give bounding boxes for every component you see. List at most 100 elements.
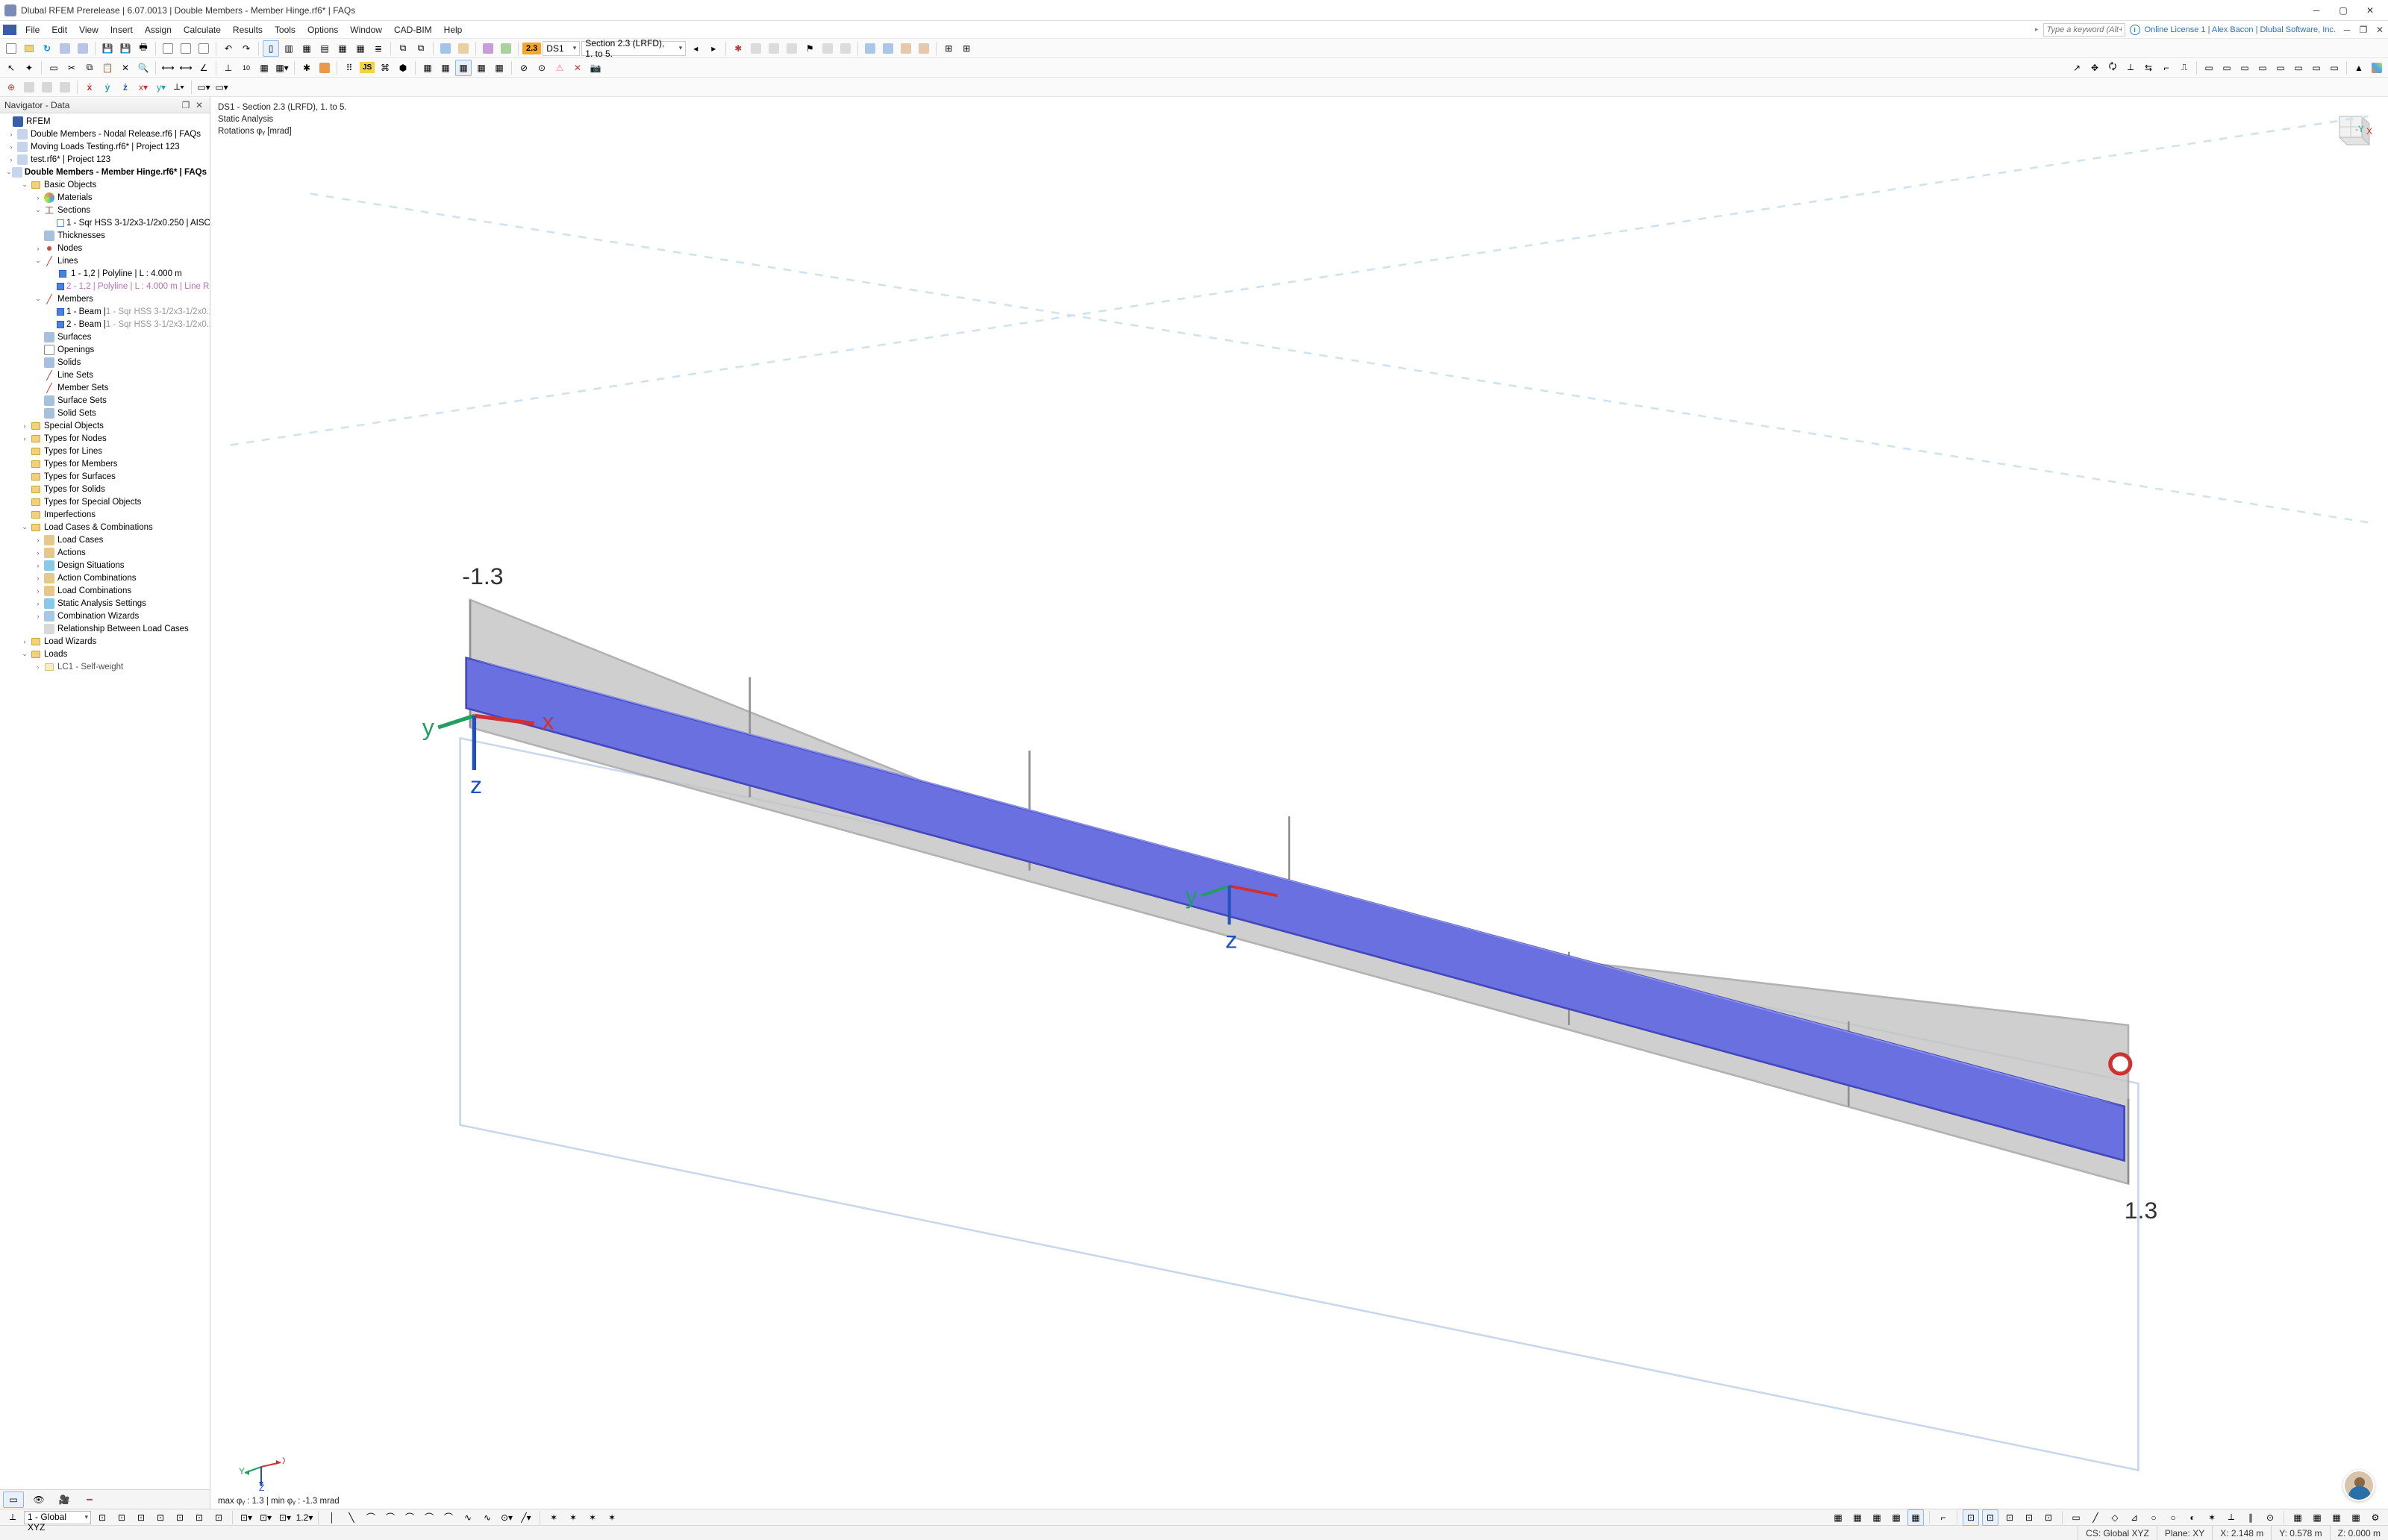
iso-icon[interactable]: ▲: [2351, 60, 2367, 76]
toolbox1-icon[interactable]: [862, 40, 878, 57]
grid-d-icon[interactable]: ▦: [2348, 1509, 2364, 1526]
doc3-icon[interactable]: [196, 40, 212, 57]
snap7-icon[interactable]: ⊡: [210, 1509, 227, 1526]
tree-load-cases[interactable]: ›Load Cases: [0, 533, 210, 546]
pt-icon[interactable]: 1.2▾: [296, 1509, 313, 1526]
box-select-icon[interactable]: ▭: [46, 60, 62, 76]
sel-surf-icon[interactable]: [57, 79, 73, 96]
line1-icon[interactable]: │: [324, 1509, 340, 1526]
window-cascade-icon[interactable]: ⧉: [395, 40, 411, 57]
tree-project[interactable]: ›Double Members - Nodal Release.rf6 | FA…: [0, 128, 210, 140]
save-icon[interactable]: 💾: [99, 40, 116, 57]
paste-icon[interactable]: 📋: [99, 60, 116, 76]
menu-edit[interactable]: Edit: [46, 22, 73, 37]
render2-icon[interactable]: ▦: [437, 60, 454, 76]
tree-comb-wiz[interactable]: ›Combination Wizards: [0, 610, 210, 622]
disp5-icon[interactable]: ▦: [1907, 1509, 1924, 1526]
tree-types-special[interactable]: Types for Special Objects: [0, 495, 210, 508]
navigator-float-icon[interactable]: ❐: [180, 99, 192, 111]
toolbox2-icon[interactable]: [880, 40, 896, 57]
shp10-icon[interactable]: ∥: [2242, 1509, 2259, 1526]
menu-assign[interactable]: Assign: [139, 22, 178, 37]
tool-b-icon[interactable]: [766, 40, 782, 57]
results-toggle-icon[interactable]: [480, 40, 496, 57]
shp6-icon[interactable]: ○: [2165, 1509, 2181, 1526]
menu-help[interactable]: Help: [438, 22, 469, 37]
model-cube2-icon[interactable]: [75, 40, 91, 57]
tree-member-sets[interactable]: ╱Member Sets: [0, 381, 210, 394]
assistant-avatar[interactable]: [2343, 1470, 2375, 1501]
section-icon[interactable]: ▭▾: [213, 79, 230, 96]
layout4-icon[interactable]: ▤: [316, 40, 333, 57]
shp3-icon[interactable]: ◇: [2107, 1509, 2123, 1526]
doc2-icon[interactable]: [178, 40, 194, 57]
osnap1-icon[interactable]: ⊡: [1963, 1509, 1979, 1526]
tree-load-comb[interactable]: ›Load Combinations: [0, 584, 210, 597]
calc-all-icon[interactable]: [455, 40, 472, 57]
snap4-icon[interactable]: ⊡: [152, 1509, 169, 1526]
tool-c-icon[interactable]: [784, 40, 800, 57]
model-cube-icon[interactable]: [57, 40, 73, 57]
redo-icon[interactable]: ↷: [238, 40, 254, 57]
snap1-icon[interactable]: ⊡: [94, 1509, 110, 1526]
delete-result-icon[interactable]: ✕: [569, 60, 586, 76]
shp5-icon[interactable]: ○: [2145, 1509, 2162, 1526]
tree-actions[interactable]: ›Actions: [0, 546, 210, 559]
line2-icon[interactable]: ╲: [343, 1509, 360, 1526]
menu-cadbim[interactable]: CAD-BIM: [388, 22, 438, 37]
menu-calculate[interactable]: Calculate: [178, 22, 227, 37]
div4-icon[interactable]: ✶: [604, 1509, 620, 1526]
support-icon[interactable]: ✱: [730, 40, 746, 57]
render4-icon[interactable]: ▦: [473, 60, 490, 76]
cs-dropdown[interactable]: 1 - Global XYZ: [24, 1511, 91, 1524]
ds-dropdown[interactable]: DS1: [543, 41, 580, 56]
line7-icon[interactable]: ⌒: [440, 1509, 457, 1526]
tree-load-wizards[interactable]: ›Load Wizards: [0, 635, 210, 648]
navtab-results-icon[interactable]: ━: [79, 1492, 100, 1508]
layers-icon[interactable]: ≣: [370, 40, 387, 57]
tree-solid-sets[interactable]: Solid Sets: [0, 407, 210, 419]
tree-basic-objects[interactable]: ⌄Basic Objects: [0, 178, 210, 191]
layout3-icon[interactable]: ▦: [298, 40, 315, 57]
line6-icon[interactable]: ⌒: [421, 1509, 437, 1526]
unit1-icon[interactable]: ⊞: [940, 40, 957, 57]
axis-z-icon[interactable]: ż: [117, 79, 134, 96]
colors-icon[interactable]: [2369, 60, 2385, 76]
tree-surface-sets[interactable]: Surface Sets: [0, 394, 210, 407]
doc1-icon[interactable]: [160, 40, 176, 57]
dim2-icon[interactable]: ⟷: [178, 60, 194, 76]
next-case-icon[interactable]: ▸: [705, 40, 722, 57]
connect3-icon[interactable]: ⌐: [2158, 60, 2175, 76]
mdi-minimize-button[interactable]: ─: [2342, 25, 2352, 35]
snap5-icon[interactable]: ⊡: [172, 1509, 188, 1526]
mdi-restore-button[interactable]: ❐: [2358, 25, 2369, 35]
tree-types-surfaces[interactable]: Types for Surfaces: [0, 470, 210, 483]
tree-lcc[interactable]: ⌄Load Cases & Combinations: [0, 521, 210, 533]
flag-icon[interactable]: ⚑: [801, 40, 818, 57]
snap3-icon[interactable]: ⊡: [133, 1509, 149, 1526]
osnap5-icon[interactable]: ⊡: [2040, 1509, 2057, 1526]
cursor-icon[interactable]: ↖: [3, 60, 19, 76]
cut-icon[interactable]: ✂: [63, 60, 80, 76]
connect2-icon[interactable]: ⇆: [2140, 60, 2157, 76]
axis-cs-icon[interactable]: ⟂▾: [171, 79, 187, 96]
app-menu-icon[interactable]: [3, 25, 16, 35]
menu-options[interactable]: Options: [301, 22, 344, 37]
calc-icon[interactable]: [437, 40, 454, 57]
axis-xd-icon[interactable]: x▾: [135, 79, 151, 96]
combo-dropdown[interactable]: Section 2.3 (LRFD), 1. to 5.: [581, 41, 686, 56]
snap10-icon[interactable]: 10: [238, 60, 254, 76]
tree-nodes[interactable]: ›Nodes: [0, 242, 210, 254]
osnap4-icon[interactable]: ⊡: [2021, 1509, 2037, 1526]
navigator-tree[interactable]: RFEM ›Double Members - Nodal Release.rf6…: [0, 113, 210, 1489]
copy-icon[interactable]: ⧉: [81, 60, 98, 76]
close-button[interactable]: ✕: [2357, 1, 2384, 20]
grid-icon[interactable]: ▦: [256, 60, 272, 76]
disp3-icon[interactable]: ▦: [1869, 1509, 1885, 1526]
unit2-icon[interactable]: ⊞: [958, 40, 975, 57]
show3-icon[interactable]: ▭: [2237, 60, 2253, 76]
measure-icon[interactable]: ⊕: [3, 79, 19, 96]
tree-surfaces[interactable]: Surfaces: [0, 331, 210, 343]
snap6-icon[interactable]: ⊡: [191, 1509, 207, 1526]
navtab-camera-icon[interactable]: 🎥: [54, 1492, 75, 1508]
